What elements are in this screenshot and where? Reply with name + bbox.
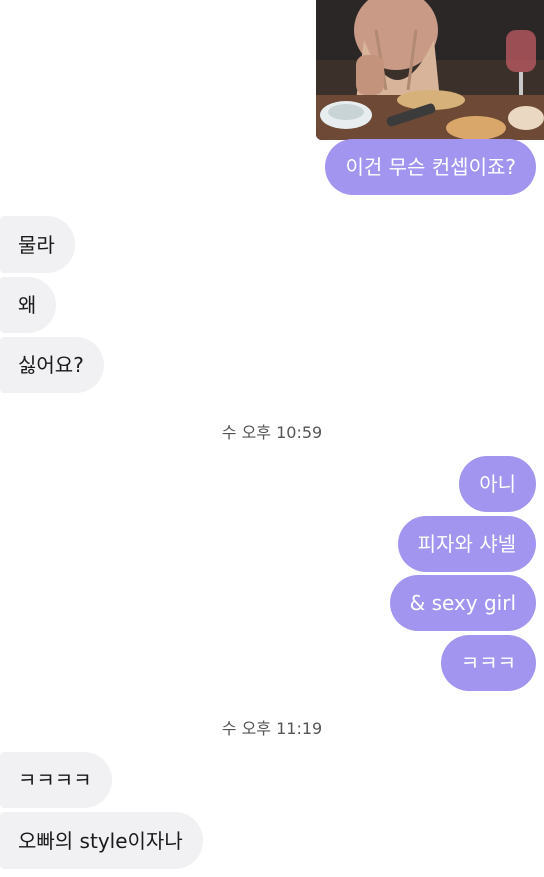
message-text: 이건 무슨 컨셉이죠? <box>345 155 516 179</box>
message-text: 물라 <box>18 232 55 257</box>
timestamp: 수 오후 11:19 <box>221 719 323 738</box>
message-text: ㅋㅋㅋ <box>460 651 516 675</box>
message-bubble-outgoing[interactable]: 아니 <box>459 456 536 512</box>
message-bubble-outgoing[interactable]: ㅋㅋㅋ <box>440 635 536 691</box>
timestamp: 수 오후 10:59 <box>221 423 323 442</box>
message-bubble-incoming[interactable]: 싫어요? <box>0 337 104 393</box>
message-bubble-incoming[interactable]: 오빠의 style이자나 <box>0 812 203 869</box>
message-bubble-outgoing[interactable]: 이건 무슨 컨셉이죠? <box>325 139 536 195</box>
message-bubble-incoming[interactable]: 물라 <box>0 216 75 273</box>
message-text: 싫어요? <box>18 353 84 377</box>
message-text: 오빠의 style이자나 <box>18 828 183 853</box>
message-bubble-outgoing[interactable]: & sexy girl <box>389 575 536 631</box>
message-text: 피자와 샤넬 <box>417 532 516 556</box>
message-bubble-incoming[interactable]: 왜 <box>0 277 57 333</box>
message-bubble-outgoing[interactable]: 피자와 샤넬 <box>397 516 536 572</box>
message-text: 아니 <box>479 472 516 496</box>
shared-photo[interactable] <box>316 0 544 140</box>
message-bubble-incoming[interactable]: ㅋㅋㅋㅋ <box>0 752 112 808</box>
message-text: & sexy girl <box>409 591 516 615</box>
message-text: ㅋㅋㅋㅋ <box>18 768 92 792</box>
message-text: 왜 <box>18 293 37 317</box>
